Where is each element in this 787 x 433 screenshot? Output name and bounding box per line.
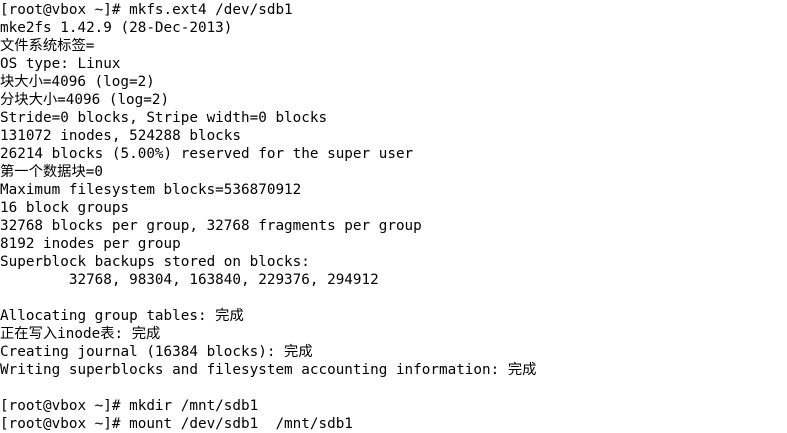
terminal-line-superblock-backups: Superblock backups stored on blocks: (0, 254, 310, 270)
terminal-window[interactable]: [root@vbox ~]# mkfs.ext4 /dev/sdb1 mke2f… (0, 0, 787, 433)
terminal-line-command-mount: [root@vbox ~]# mount /dev/sdb1 /mnt/sdb1 (0, 416, 353, 432)
terminal-line-creating-journal: Creating journal (16384 blocks): 完成 (0, 344, 313, 360)
terminal-line-command-mkfs: [root@vbox ~]# mkfs.ext4 /dev/sdb1 (0, 2, 293, 18)
terminal-line-command-mkdir: [root@vbox ~]# mkdir /mnt/sdb1 (0, 398, 259, 414)
terminal-line-block-groups: 16 block groups (0, 200, 130, 216)
terminal-line-blocks-per-group: 32768 blocks per group, 32768 fragments … (0, 218, 422, 234)
terminal-line-stride: Stride=0 blocks, Stripe width=0 blocks (0, 110, 328, 126)
terminal-line-block-size: 块大小=4096 (log=2) (0, 74, 155, 90)
terminal-line-writing-inode-table: 正在写入inode表: 完成 (0, 326, 161, 342)
terminal-line-max-fs-blocks: Maximum filesystem blocks=536870912 (0, 182, 302, 198)
terminal-line-backup-blocks: 32768, 98304, 163840, 229376, 294912 (0, 272, 379, 288)
terminal-line-reserved-blocks: 26214 blocks (5.00%) reserved for the su… (0, 146, 414, 162)
terminal-line-inodes-blocks: 131072 inodes, 524288 blocks (0, 128, 242, 144)
terminal-line-inodes-per-group: 8192 inodes per group (0, 236, 181, 252)
terminal-line-fragment-size: 分块大小=4096 (log=2) (0, 92, 170, 108)
terminal-line-fs-label: 文件系统标签= (0, 38, 95, 54)
terminal-line-writing-superblocks: Writing superblocks and filesystem accou… (0, 362, 537, 378)
terminal-line-allocating-tables: Allocating group tables: 完成 (0, 308, 244, 324)
terminal-line-mke2fs-version: mke2fs 1.42.9 (28-Dec-2013) (0, 20, 233, 36)
terminal-line-os-type: OS type: Linux (0, 56, 121, 72)
terminal-line-first-data-block: 第一个数据块=0 (0, 164, 103, 180)
